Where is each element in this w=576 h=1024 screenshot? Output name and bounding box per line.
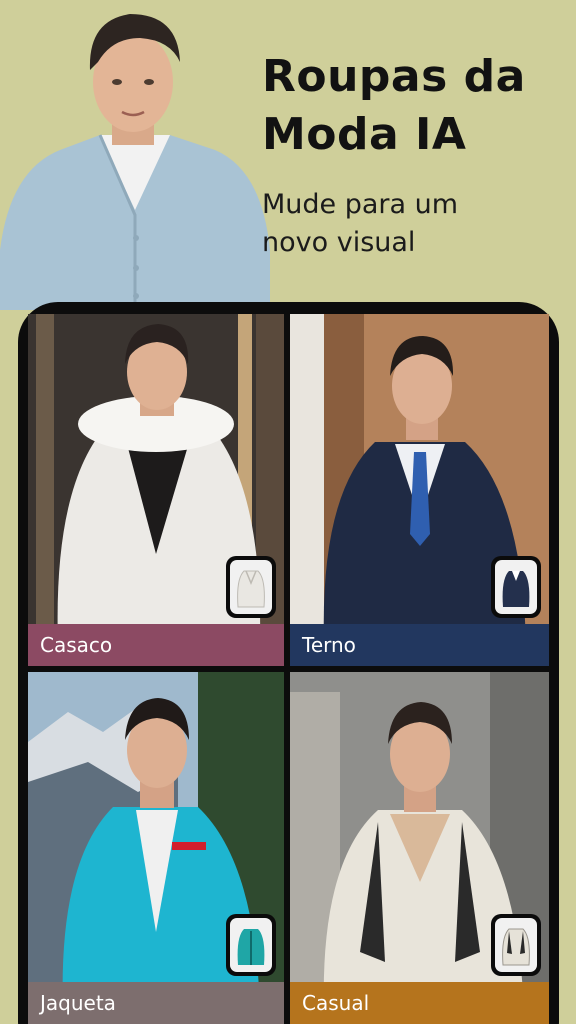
jaqueta-thumbnail: [226, 914, 276, 976]
suit-icon: [502, 571, 530, 607]
style-label-bar: Casaco: [28, 624, 284, 666]
style-label-bar: Casual: [290, 982, 549, 1024]
style-label: Casaco: [40, 633, 113, 657]
style-card-casual[interactable]: Casual: [290, 672, 549, 1024]
style-card-casaco[interactable]: Casaco: [28, 314, 284, 666]
style-label-bar: Terno: [290, 624, 549, 666]
phone-frame: Casaco Terno Jaqueta Casual: [18, 302, 559, 1024]
casual-thumbnail: [491, 914, 541, 976]
style-grid: Casaco Terno Jaqueta Casual: [28, 314, 549, 1024]
ski-jacket-icon: [237, 929, 265, 965]
terno-thumbnail: [491, 556, 541, 618]
hero-title: Roupas da Moda IA: [262, 51, 526, 160]
style-card-jaqueta[interactable]: Jaqueta: [28, 672, 284, 1024]
fur-coat-icon: [237, 570, 265, 608]
hero-model-image: [0, 0, 280, 310]
hero-subtitle: Mude para um novo visual: [262, 189, 459, 258]
vest-shirt-icon: [502, 928, 530, 966]
style-card-terno[interactable]: Terno: [290, 314, 549, 666]
style-label: Terno: [302, 633, 356, 657]
style-label: Casual: [302, 991, 370, 1015]
style-label-bar: Jaqueta: [28, 982, 284, 1024]
style-label: Jaqueta: [40, 991, 116, 1015]
casaco-thumbnail: [226, 556, 276, 618]
